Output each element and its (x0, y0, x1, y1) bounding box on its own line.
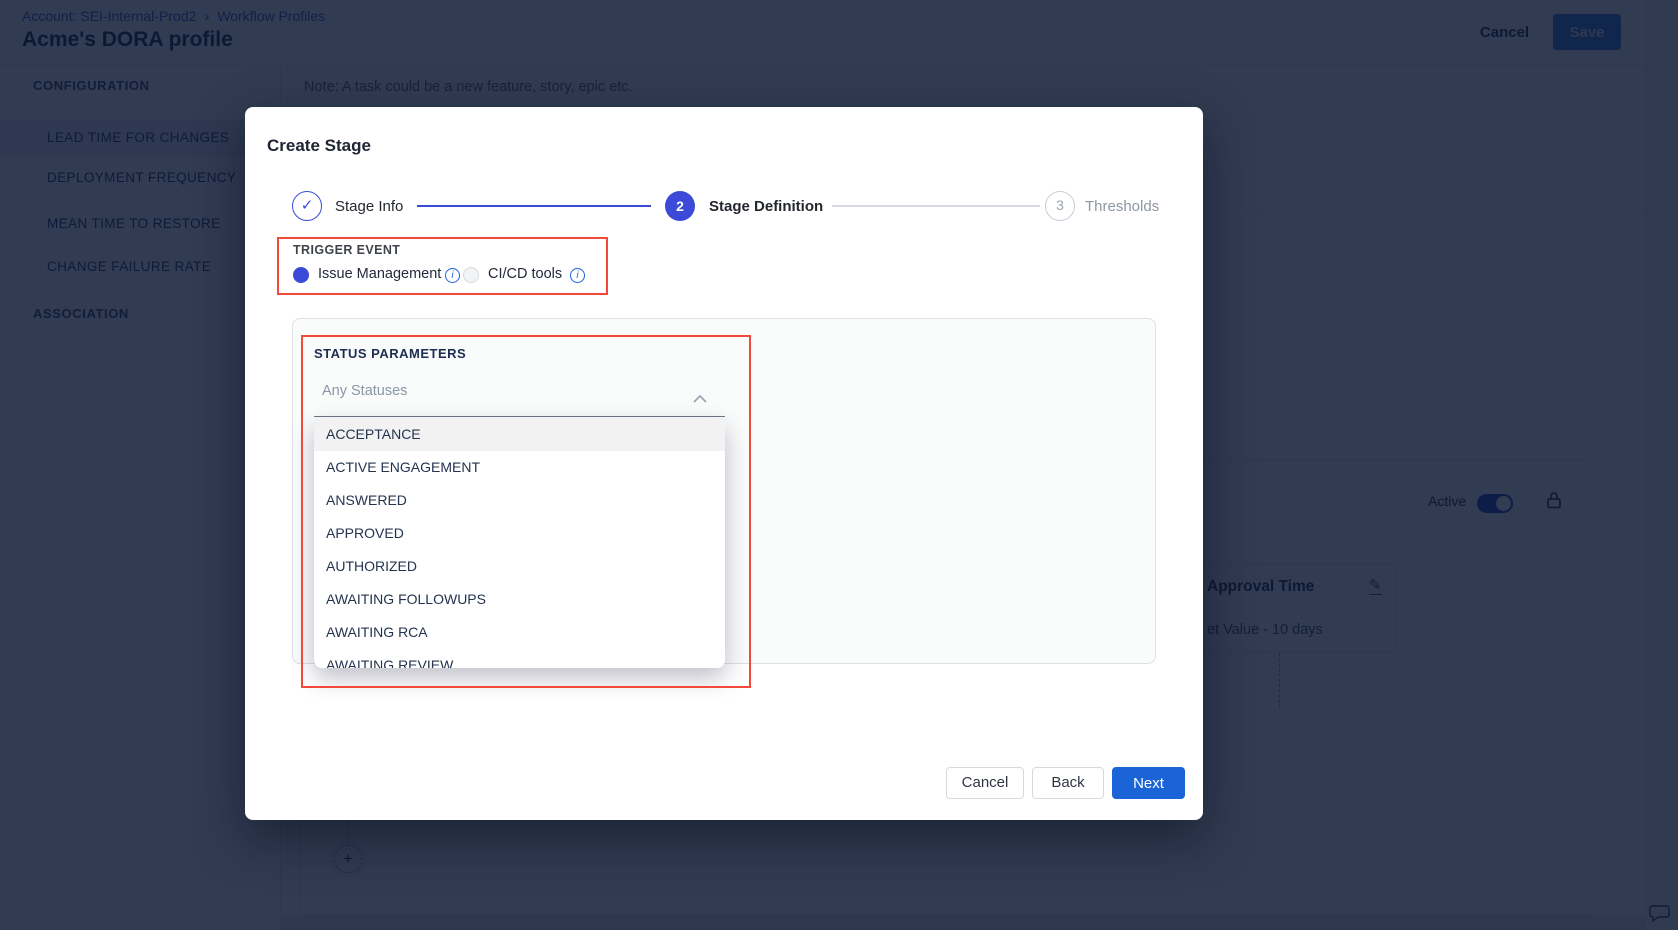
step-2-number-badge[interactable]: 2 (665, 191, 695, 221)
status-parameters-label: STATUS PARAMETERS (314, 346, 466, 361)
radio-issue-management[interactable] (293, 267, 309, 283)
modal-next-button[interactable]: Next (1112, 767, 1185, 799)
status-option-answered[interactable]: ANSWERED (314, 484, 725, 517)
step-1-completed-check-icon[interactable]: ✓ (292, 191, 322, 221)
select-underline (314, 416, 725, 417)
status-option-awaiting-review[interactable]: AWAITING REVIEW (314, 649, 725, 668)
step-3-number-badge[interactable]: 3 (1045, 191, 1075, 221)
issue-management-info-icon[interactable]: i (445, 268, 460, 283)
status-option-approved[interactable]: APPROVED (314, 517, 725, 550)
stepper-connector-upcoming (832, 205, 1040, 207)
status-option-awaiting-followups[interactable]: AWAITING FOLLOWUPS (314, 583, 725, 616)
modal-title: Create Stage (267, 136, 371, 156)
modal-back-button[interactable]: Back (1032, 767, 1104, 799)
radio-cicd-tools[interactable] (463, 267, 479, 283)
statuses-select-input[interactable]: Any Statuses (322, 383, 407, 399)
radio-cicd-tools-label[interactable]: CI/CD tools (488, 266, 562, 282)
modal-cancel-button[interactable]: Cancel (946, 767, 1024, 799)
trigger-event-label: TRIGGER EVENT (293, 243, 400, 257)
step-1-label[interactable]: Stage Info (335, 198, 403, 215)
step-2-label[interactable]: Stage Definition (709, 198, 823, 215)
status-option-awaiting-rca[interactable]: AWAITING RCA (314, 616, 725, 649)
stepper-connector-completed (417, 205, 651, 207)
status-option-acceptance[interactable]: ACCEPTANCE (314, 418, 725, 451)
step-3-label[interactable]: Thresholds (1085, 198, 1159, 215)
radio-issue-management-label[interactable]: Issue Management (318, 266, 441, 282)
chevron-up-icon[interactable] (693, 390, 707, 408)
create-stage-modal: Create Stage ✓ Stage Info 2 Stage Defini… (245, 107, 1203, 820)
status-option-authorized[interactable]: AUTHORIZED (314, 550, 725, 583)
status-option-active-engagement[interactable]: ACTIVE ENGAGEMENT (314, 451, 725, 484)
statuses-dropdown-list: ACCEPTANCE ACTIVE ENGAGEMENT ANSWERED AP… (314, 418, 725, 668)
cicd-tools-info-icon[interactable]: i (570, 268, 585, 283)
